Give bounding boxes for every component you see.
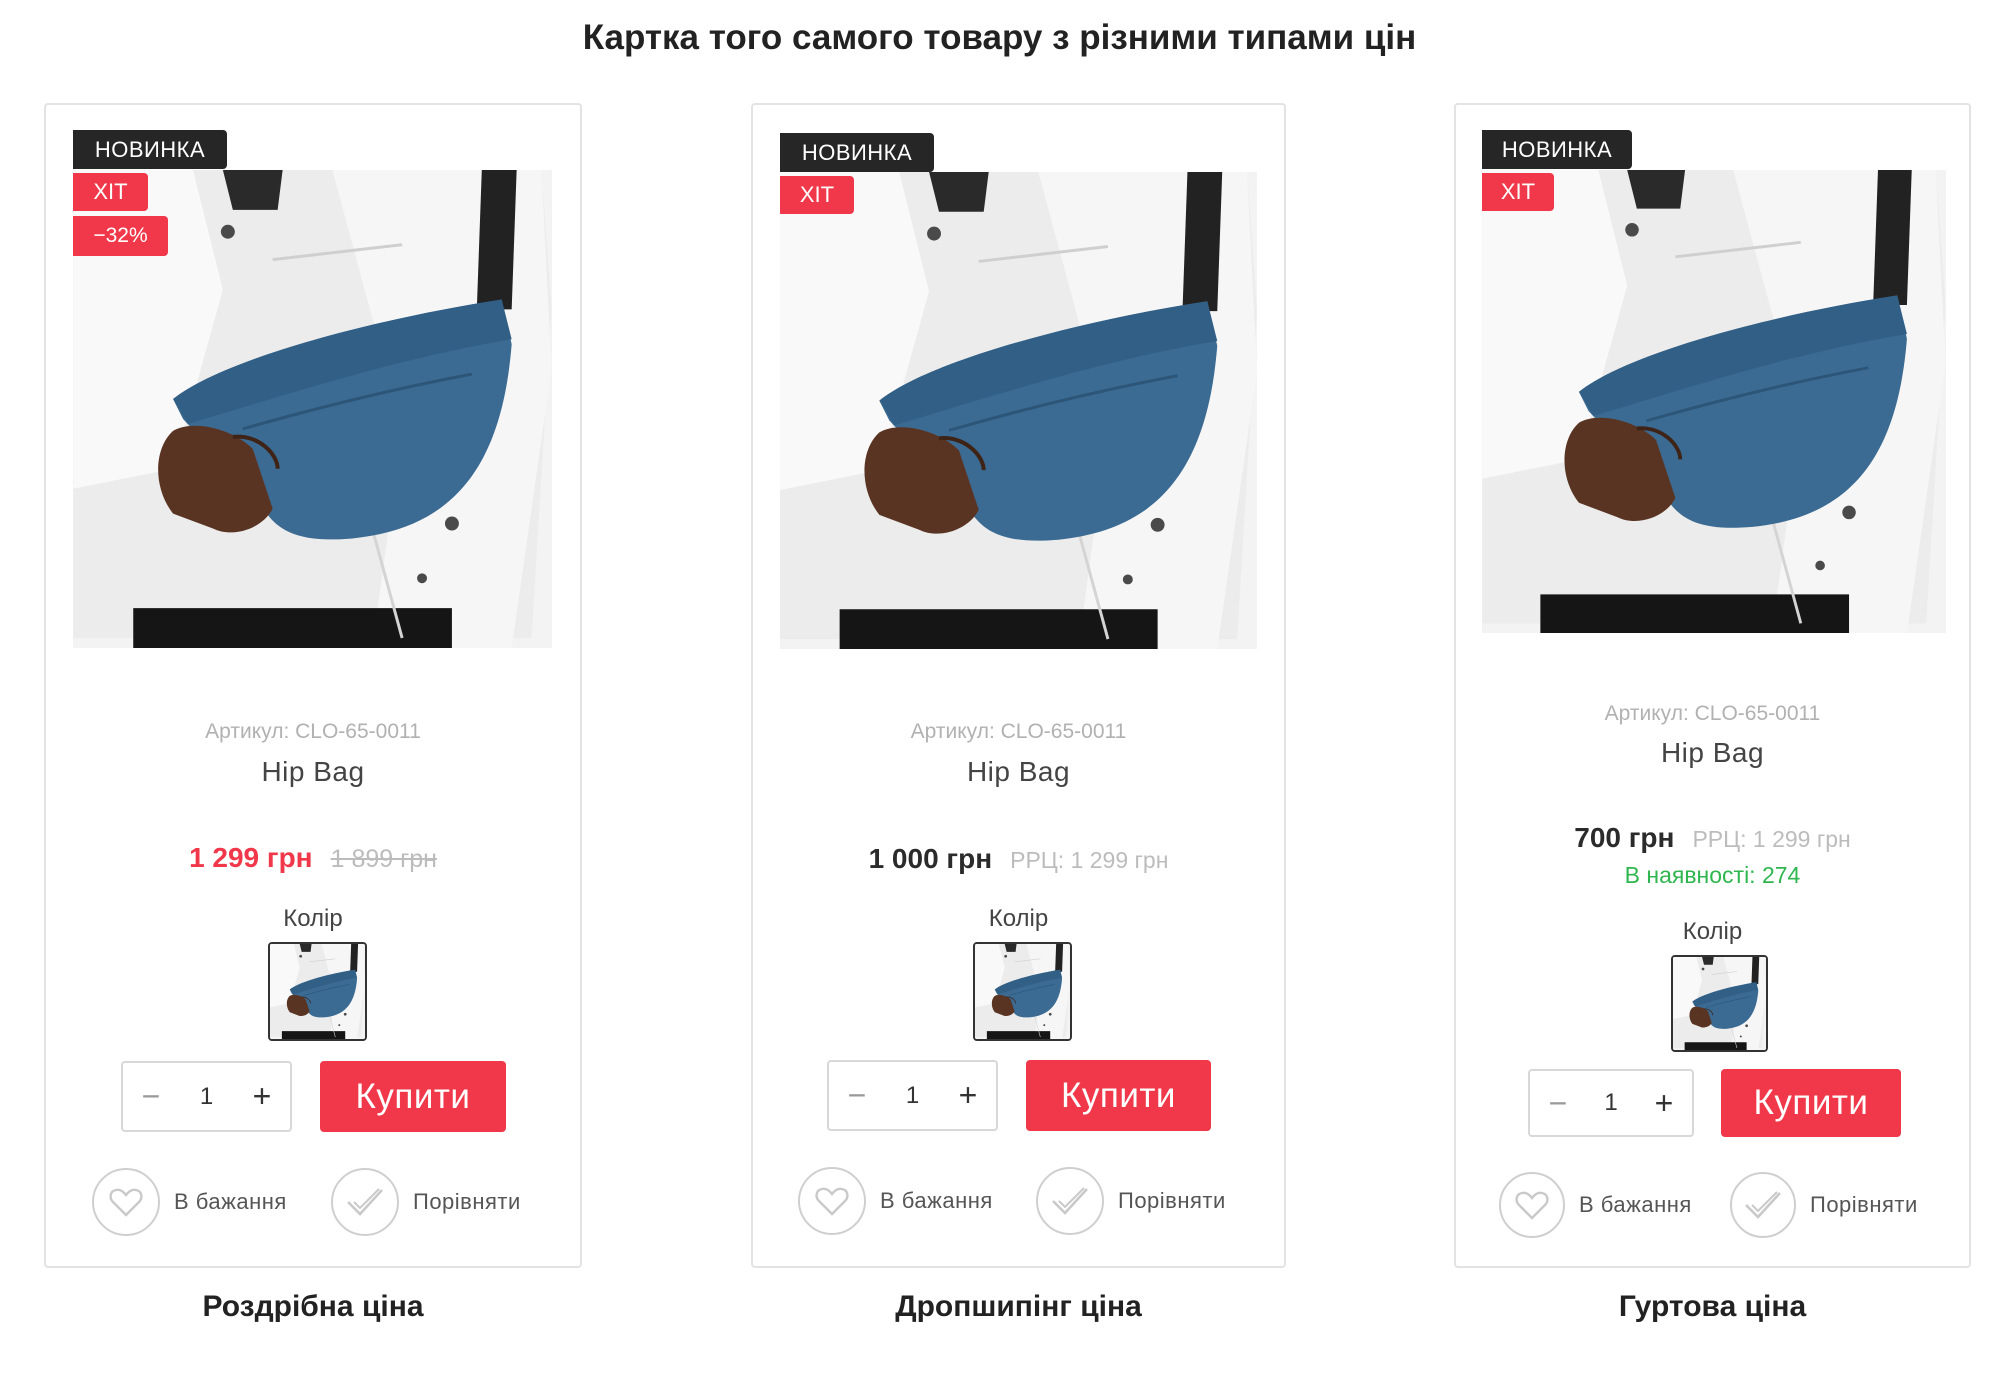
badge-discount: −32% bbox=[73, 216, 168, 256]
badge-new: НОВИНКА bbox=[73, 130, 227, 169]
price-row: 1 000 грн РРЦ: 1 299 грн bbox=[751, 843, 1286, 875]
color-label: Колір bbox=[283, 905, 343, 932]
wishlist-button[interactable]: В бажання bbox=[92, 1168, 287, 1236]
compare-label: Порівняти bbox=[1118, 1188, 1226, 1213]
wishlist-label: В бажання bbox=[174, 1189, 287, 1214]
heart-icon bbox=[1499, 1172, 1565, 1238]
compare-button[interactable]: Порівняти bbox=[1730, 1172, 1918, 1238]
buy-button[interactable]: Купити bbox=[320, 1061, 506, 1132]
color-swatch[interactable] bbox=[268, 942, 367, 1041]
wishlist-button[interactable]: В бажання bbox=[798, 1167, 993, 1235]
badge-new: НОВИНКА bbox=[780, 133, 934, 172]
swatch-photo-icon bbox=[975, 944, 1070, 1039]
quantity-stepper: − 1 + bbox=[121, 1061, 292, 1132]
qty-increase-button[interactable]: + bbox=[940, 1062, 996, 1129]
qty-input[interactable]: 1 bbox=[885, 1082, 940, 1110]
compare-label: Порівняти bbox=[413, 1189, 521, 1214]
badge-new: НОВИНКА bbox=[1482, 130, 1632, 169]
product-sku: Артикул: CLO-65-0011 bbox=[910, 720, 1127, 743]
check-icon bbox=[1730, 1172, 1796, 1238]
wishlist-label: В бажання bbox=[1579, 1192, 1692, 1217]
heart-icon bbox=[798, 1167, 866, 1235]
buy-button[interactable]: Купити bbox=[1721, 1069, 1901, 1137]
card-caption: Роздрібна ціна bbox=[202, 1290, 424, 1323]
price-current: 1 299 грн bbox=[189, 842, 313, 873]
swatch-photo-icon bbox=[1673, 957, 1766, 1050]
product-sku: Артикул: CLO-65-0011 bbox=[1604, 702, 1821, 725]
product-name[interactable]: Hip Bag bbox=[44, 756, 582, 788]
product-sku: Артикул: CLO-65-0011 bbox=[205, 720, 421, 743]
price-current: 1 000 грн bbox=[868, 843, 993, 874]
color-label: Колір bbox=[1682, 918, 1743, 945]
qty-decrease-button[interactable]: − bbox=[829, 1062, 885, 1129]
badge-hit: ХІТ bbox=[780, 176, 854, 214]
wishlist-button[interactable]: В бажання bbox=[1499, 1172, 1692, 1238]
check-icon bbox=[331, 1168, 399, 1236]
compare-button[interactable]: Порівняти bbox=[331, 1168, 521, 1236]
product-photo-icon bbox=[780, 172, 1257, 649]
price-rrp: РРЦ: 1 299 грн bbox=[1692, 826, 1851, 852]
badge-hit: ХІТ bbox=[73, 173, 148, 211]
qty-increase-button[interactable]: + bbox=[1636, 1071, 1692, 1135]
stock-status: В наявності: 274 bbox=[1624, 862, 1801, 888]
product-name[interactable]: Hip Bag bbox=[751, 756, 1286, 788]
heart-icon bbox=[92, 1168, 160, 1236]
page-title: Картка того самого товару з різними типа… bbox=[582, 18, 1417, 57]
badge-hit: ХІТ bbox=[1482, 173, 1554, 211]
wishlist-label: В бажання bbox=[880, 1188, 993, 1213]
swatch-photo-icon bbox=[270, 944, 365, 1039]
product-photo[interactable] bbox=[780, 172, 1257, 649]
quantity-stepper: − 1 + bbox=[1528, 1069, 1694, 1137]
quantity-stepper: − 1 + bbox=[827, 1060, 998, 1131]
price-old: 1 899 грн bbox=[330, 845, 437, 873]
qty-input[interactable]: 1 bbox=[179, 1083, 234, 1111]
card-caption: Дропшипінг ціна bbox=[895, 1290, 1142, 1323]
qty-increase-button[interactable]: + bbox=[234, 1063, 290, 1130]
color-swatch[interactable] bbox=[973, 942, 1072, 1041]
compare-label: Порівняти bbox=[1810, 1192, 1918, 1217]
product-photo-icon bbox=[1482, 170, 1946, 633]
price-row: 700 грн РРЦ: 1 299 грн bbox=[1454, 822, 1971, 854]
buy-button[interactable]: Купити bbox=[1026, 1060, 1211, 1131]
qty-input[interactable]: 1 bbox=[1586, 1089, 1636, 1117]
color-label: Колір bbox=[988, 905, 1049, 932]
price-current: 700 грн bbox=[1574, 822, 1675, 853]
product-name[interactable]: Hip Bag bbox=[1454, 737, 1971, 769]
card-caption: Гуртова ціна bbox=[1618, 1290, 1807, 1323]
product-photo[interactable] bbox=[1482, 170, 1946, 633]
qty-decrease-button[interactable]: − bbox=[123, 1063, 179, 1130]
price-rrp: РРЦ: 1 299 грн bbox=[1010, 847, 1169, 873]
compare-button[interactable]: Порівняти bbox=[1036, 1167, 1226, 1235]
price-row: 1 299 грн 1 899 грн bbox=[44, 842, 582, 874]
qty-decrease-button[interactable]: − bbox=[1530, 1071, 1586, 1135]
color-swatch[interactable] bbox=[1671, 955, 1768, 1052]
check-icon bbox=[1036, 1167, 1104, 1235]
